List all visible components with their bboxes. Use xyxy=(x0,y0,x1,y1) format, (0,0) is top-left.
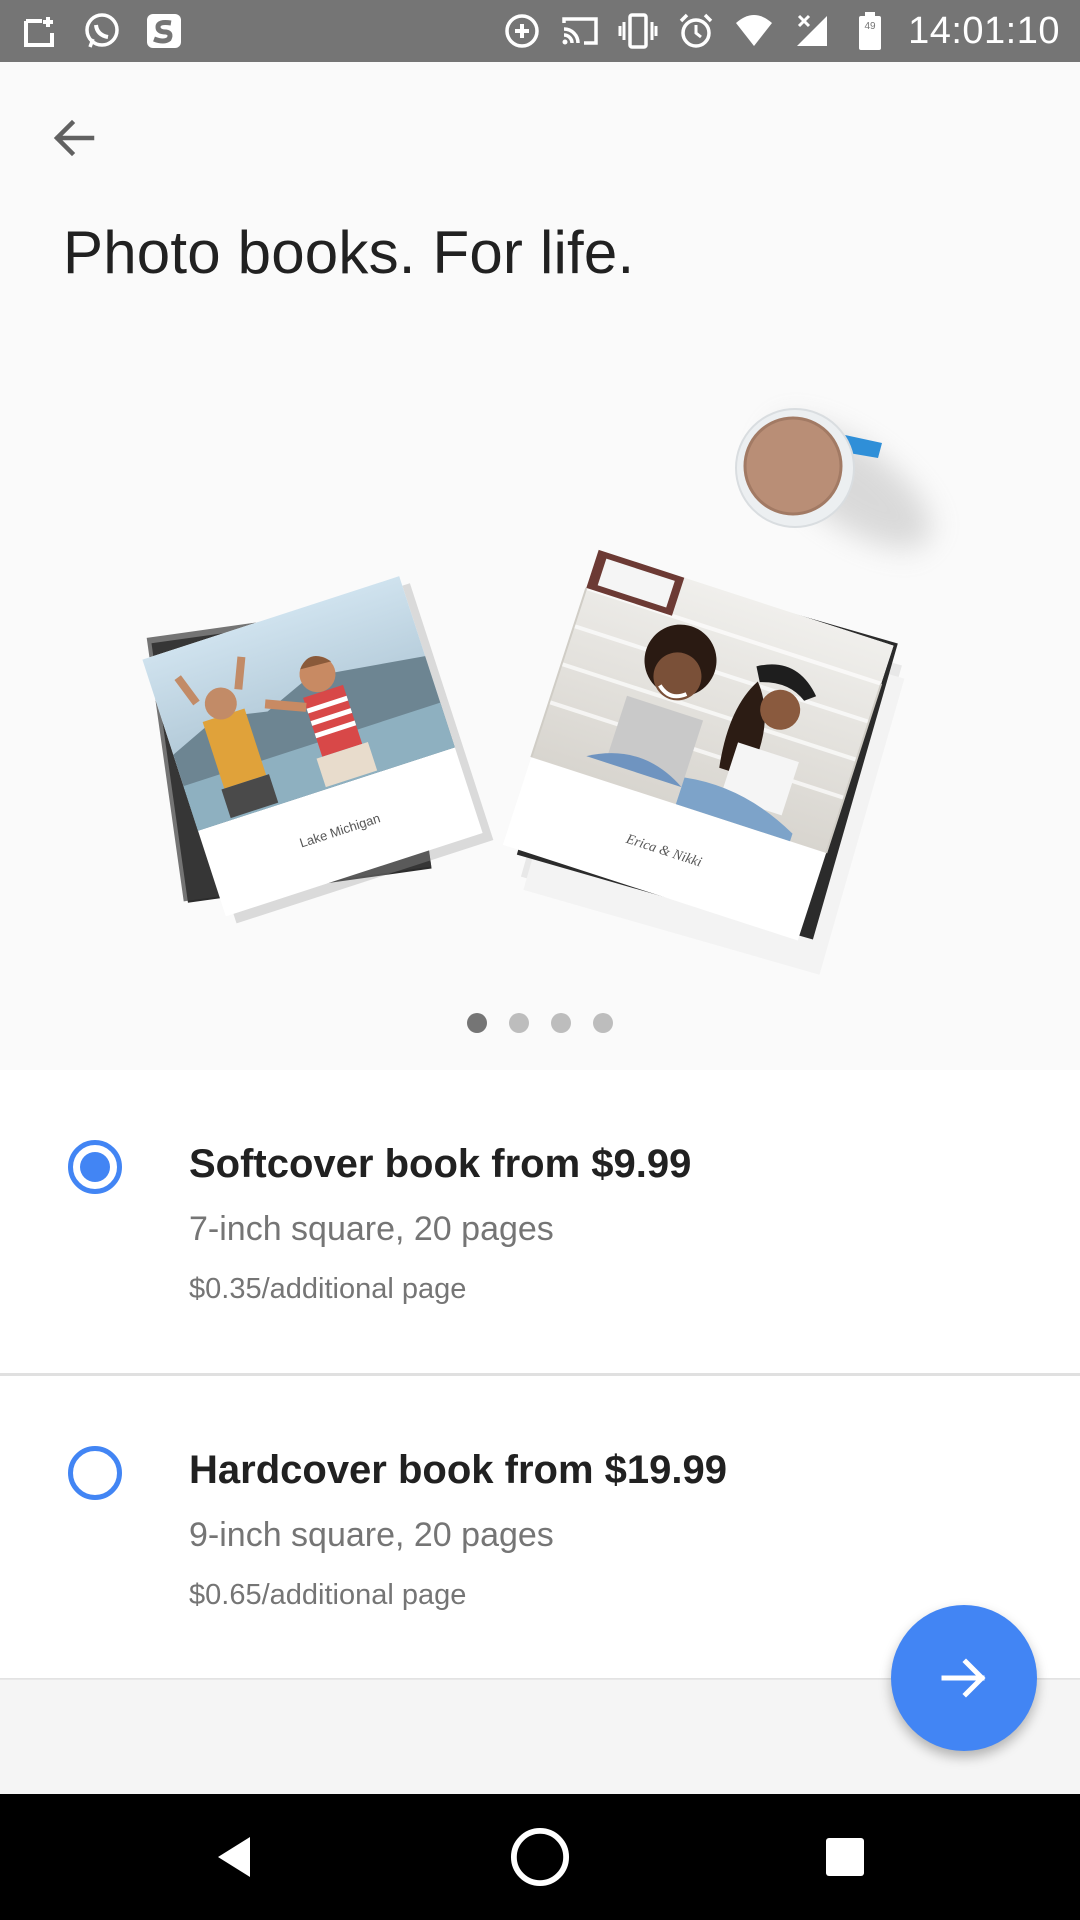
signal-icon xyxy=(792,11,832,51)
square-recents-icon xyxy=(826,1838,864,1876)
hardcover-book: Erica & Nikki xyxy=(502,549,905,975)
option-title: Softcover book from $9.99 xyxy=(189,1142,692,1186)
nav-recents-button[interactable] xyxy=(815,1827,875,1887)
clock: 14:01:10 xyxy=(908,9,1060,52)
vibrate-icon xyxy=(618,11,658,51)
nav-back-button[interactable] xyxy=(205,1827,265,1887)
option-subtitle: 9-inch square, 20 pages xyxy=(189,1516,554,1554)
circle-home-icon xyxy=(510,1827,570,1887)
next-button[interactable] xyxy=(891,1605,1037,1751)
hero-illustration: Lake Michigan Erica & Nikki xyxy=(0,340,1080,1000)
carousel-dot[interactable] xyxy=(593,1013,613,1033)
softcover-book: Lake Michigan xyxy=(142,576,494,924)
alarm-icon xyxy=(676,11,716,51)
option-extra-price: $0.65/additional page xyxy=(189,1579,467,1611)
arrow-forward-icon xyxy=(941,1658,986,1698)
wifi-icon xyxy=(734,11,774,51)
cast-icon xyxy=(560,11,600,51)
navigation-bar xyxy=(0,1794,1080,1920)
app-bar xyxy=(0,62,1080,212)
shazam-icon xyxy=(144,11,184,51)
option-softcover[interactable]: Softcover book from $9.99 7-inch square,… xyxy=(0,1070,1080,1374)
carousel-dot[interactable] xyxy=(551,1013,571,1033)
carousel-dot[interactable] xyxy=(467,1013,487,1033)
option-title: Hardcover book from $19.99 xyxy=(189,1448,727,1492)
data-saver-icon xyxy=(502,11,542,51)
option-subtitle: 7-inch square, 20 pages xyxy=(189,1210,554,1248)
whatsapp-icon xyxy=(82,11,122,51)
page-title: Photo books. For life. xyxy=(63,219,635,286)
radio-unselected-icon[interactable] xyxy=(68,1446,122,1500)
radio-selected-icon[interactable] xyxy=(68,1140,122,1194)
coffee-cup xyxy=(735,408,932,549)
carousel-dot[interactable] xyxy=(509,1013,529,1033)
nav-home-button[interactable] xyxy=(510,1827,570,1887)
battery-level-text: 49 xyxy=(865,21,877,32)
back-button[interactable] xyxy=(38,102,110,174)
arrow-back-icon xyxy=(53,119,95,157)
status-bar: 49 14:01:10 xyxy=(0,0,1080,62)
option-extra-price: $0.35/additional page xyxy=(189,1273,467,1305)
battery-icon: 49 xyxy=(850,11,890,51)
screenshot-icon xyxy=(20,11,60,51)
carousel-indicator xyxy=(0,1013,1080,1033)
book-options: Softcover book from $9.99 7-inch square,… xyxy=(0,1070,1080,1680)
radio-dot xyxy=(80,1152,110,1182)
triangle-back-icon xyxy=(218,1837,250,1877)
